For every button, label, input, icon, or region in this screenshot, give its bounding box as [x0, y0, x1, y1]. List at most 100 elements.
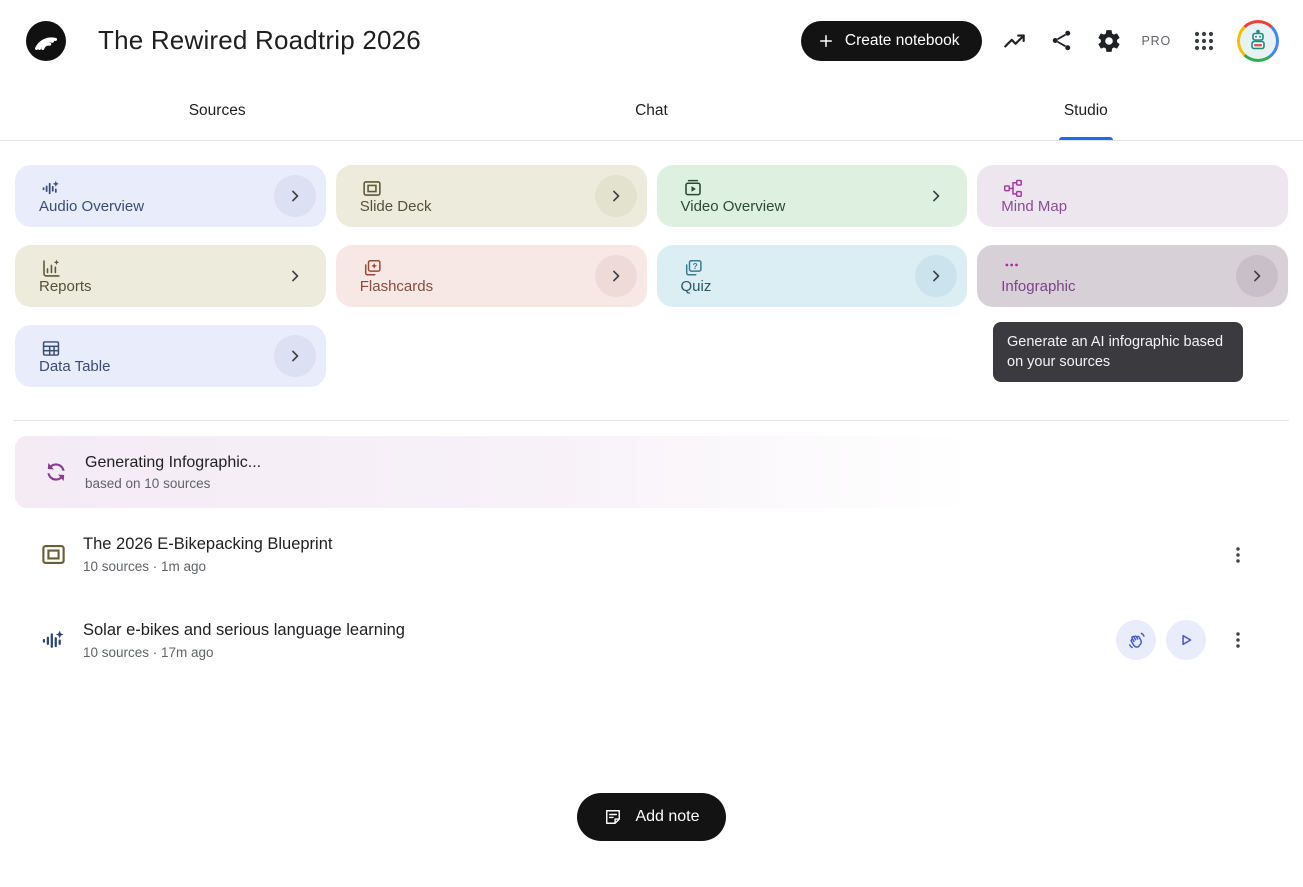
quiz-icon: ? — [681, 258, 705, 279]
chevron-right-icon — [285, 346, 305, 366]
chevron-right-icon — [926, 266, 946, 286]
slide-deck-icon — [360, 178, 384, 199]
card-label: Audio Overview — [39, 199, 268, 214]
card-infographic[interactable]: Infographic — [977, 245, 1288, 307]
audio-waveform-sparkle-icon — [39, 178, 63, 199]
card-label: Quiz — [681, 279, 910, 294]
add-note-row: Add note — [15, 793, 1288, 841]
notebooklm-logo-icon[interactable] — [26, 21, 66, 61]
card-label: Infographic — [1001, 279, 1230, 294]
list-item-audio-overview[interactable]: Solar e-bikes and serious language learn… — [15, 597, 1288, 683]
card-open-chevron[interactable] — [1236, 255, 1278, 297]
ellipsis-loading-icon — [1001, 258, 1025, 279]
tab-studio-label: Studio — [1064, 102, 1108, 120]
list-item-slide-deck[interactable]: The 2026 E-Bikepacking Blueprint 10 sour… — [15, 512, 1288, 597]
chevron-right-icon — [285, 186, 305, 206]
video-overview-icon — [681, 178, 705, 199]
analytics-button[interactable] — [1001, 27, 1029, 55]
generating-title: Generating Infographic... — [85, 454, 261, 472]
play-icon — [1176, 630, 1196, 650]
tab-sources-label: Sources — [189, 102, 246, 120]
artifact-text-block: Solar e-bikes and serious language learn… — [83, 621, 1116, 660]
svg-text:?: ? — [692, 261, 697, 271]
card-audio-overview[interactable]: Audio Overview — [15, 165, 326, 227]
user-avatar[interactable] — [1237, 20, 1279, 62]
kebab-menu-icon — [1227, 629, 1249, 651]
artifact-list: The 2026 E-Bikepacking Blueprint 10 sour… — [15, 512, 1288, 683]
chevron-right-icon — [1247, 266, 1267, 286]
flashcards-icon — [360, 258, 384, 279]
reports-sparkle-icon — [39, 258, 63, 279]
card-label: Data Table — [39, 359, 268, 374]
chevron-right-icon — [606, 266, 626, 286]
sync-spinner-icon — [38, 454, 75, 491]
card-slide-deck[interactable]: Slide Deck — [336, 165, 647, 227]
apps-grid-icon — [1192, 29, 1216, 53]
tab-chat-label: Chat — [635, 102, 668, 120]
share-icon — [1049, 28, 1074, 53]
artifact-actions — [1216, 541, 1252, 569]
tab-studio[interactable]: Studio — [869, 81, 1303, 140]
card-flashcards[interactable]: Flashcards — [336, 245, 647, 307]
more-options-button[interactable] — [1224, 626, 1252, 654]
infographic-tooltip: Generate an AI infographic based on your… — [993, 322, 1243, 382]
tab-chat[interactable]: Chat — [434, 81, 868, 140]
add-note-label: Add note — [635, 808, 699, 826]
artifact-text-block: The 2026 E-Bikepacking Blueprint 10 sour… — [83, 535, 1216, 574]
card-mind-map[interactable]: Mind Map — [977, 165, 1288, 227]
notebook-title[interactable]: The Rewired Roadtrip 2026 — [98, 25, 421, 56]
card-open-chevron[interactable] — [915, 175, 957, 217]
card-open-chevron[interactable] — [274, 175, 316, 217]
chevron-right-icon — [606, 186, 626, 206]
card-label: Reports — [39, 279, 268, 294]
card-open-chevron[interactable] — [274, 255, 316, 297]
app-header: The Rewired Roadtrip 2026 Create noteboo… — [0, 0, 1303, 81]
kebab-menu-icon — [1227, 544, 1249, 566]
generating-text-block: Generating Infographic... based on 10 so… — [85, 454, 261, 491]
settings-button[interactable] — [1095, 27, 1123, 55]
mind-map-icon — [1001, 178, 1025, 199]
artifact-title: The 2026 E-Bikepacking Blueprint — [83, 535, 1216, 554]
play-audio-button[interactable] — [1166, 620, 1206, 660]
note-icon — [603, 807, 623, 827]
artifact-actions — [1116, 620, 1252, 660]
card-quiz[interactable]: ? Quiz — [657, 245, 968, 307]
section-divider — [14, 420, 1289, 421]
tab-sources[interactable]: Sources — [0, 81, 434, 140]
artifact-meta: 10 sources · 17m ago — [83, 645, 1116, 660]
apps-grid-button[interactable] — [1190, 27, 1218, 55]
card-open-chevron[interactable] — [595, 175, 637, 217]
card-open-chevron[interactable] — [274, 335, 316, 377]
card-video-overview[interactable]: Video Overview — [657, 165, 968, 227]
generating-subtitle: based on 10 sources — [85, 476, 261, 491]
card-open-chevron[interactable] — [915, 255, 957, 297]
slide-deck-icon — [40, 541, 67, 568]
share-button[interactable] — [1048, 27, 1076, 55]
panel-tabbar: Sources Chat Studio — [0, 81, 1303, 141]
more-options-button[interactable] — [1224, 541, 1252, 569]
interactive-mode-button[interactable] — [1116, 620, 1156, 660]
chevron-right-icon — [285, 266, 305, 286]
card-label: Mind Map — [1001, 199, 1230, 214]
add-note-button[interactable]: Add note — [577, 793, 725, 841]
card-data-table[interactable]: Data Table — [15, 325, 326, 387]
card-label: Flashcards — [360, 279, 589, 294]
artifact-meta: 10 sources · 1m ago — [83, 559, 1216, 574]
artifact-title: Solar e-bikes and serious language learn… — [83, 621, 1116, 640]
card-label: Slide Deck — [360, 199, 589, 214]
generating-infographic-row[interactable]: Generating Infographic... based on 10 so… — [15, 436, 1288, 508]
avatar-robot-image — [1240, 23, 1276, 59]
create-notebook-label: Create notebook — [845, 32, 960, 50]
studio-panel: Audio Overview Slide Deck — [0, 141, 1303, 841]
card-open-chevron[interactable] — [595, 255, 637, 297]
create-notebook-button[interactable]: Create notebook — [801, 21, 982, 61]
trending-up-icon — [1002, 28, 1028, 54]
card-reports[interactable]: Reports — [15, 245, 326, 307]
data-table-icon — [39, 338, 63, 359]
chevron-right-icon — [926, 186, 946, 206]
waving-hand-icon — [1126, 630, 1147, 651]
pro-badge: PRO — [1142, 34, 1172, 48]
plus-icon — [817, 32, 835, 50]
gear-icon — [1096, 28, 1122, 54]
audio-waveform-sparkle-icon — [40, 627, 67, 654]
